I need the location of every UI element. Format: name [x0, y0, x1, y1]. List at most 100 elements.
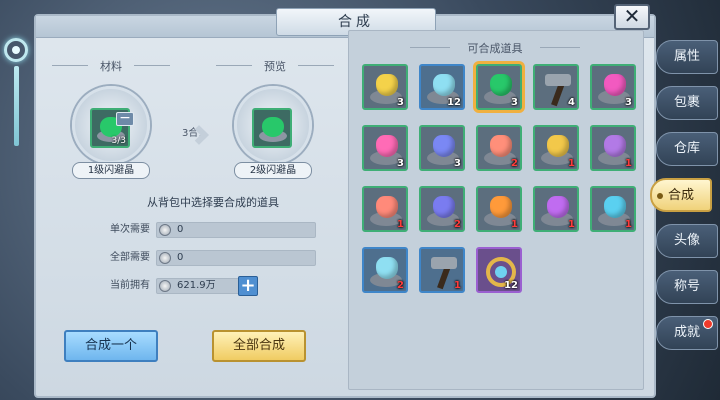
tab-5[interactable]: 称号: [656, 270, 718, 304]
close-icon[interactable]: ✕: [624, 4, 641, 28]
items-header: 可合成道具: [410, 40, 580, 56]
gem-icon: [433, 196, 455, 218]
item-count: 2: [397, 280, 404, 291]
item-count: 1: [568, 219, 575, 230]
gem-icon: [490, 135, 512, 157]
hammer-head: [431, 257, 457, 269]
synthesize-one-button[interactable]: 合成一个: [64, 330, 158, 362]
item-count: 2: [454, 219, 461, 230]
item-count: 3: [397, 158, 404, 169]
notification-dot-icon: [703, 319, 713, 329]
gem-icon: [604, 196, 626, 218]
material-count: 3/3: [111, 136, 126, 146]
item-count: 1: [625, 219, 632, 230]
item-slot[interactable]: 1: [590, 125, 636, 171]
jade-tassel: [14, 66, 19, 146]
owned-value: 621.9万: [156, 278, 248, 294]
tab-label: 属性: [673, 49, 700, 64]
total-need-value: 0: [156, 250, 316, 266]
total-need-row: 全部需要 0: [62, 250, 362, 266]
tab-0[interactable]: 属性: [656, 40, 718, 74]
item-grid: 3 12 3 4 3 3 3 2 1 1 1 2 1 1 1 2 1 12: [362, 64, 652, 304]
add-currency-button[interactable]: +: [238, 276, 258, 296]
item-count: 1: [511, 219, 518, 230]
gem-icon: [433, 135, 455, 157]
item-slot[interactable]: 3: [362, 125, 408, 171]
item-slot[interactable]: 2: [476, 125, 522, 171]
item-slot[interactable]: 12: [476, 247, 522, 293]
item-count: 2: [511, 158, 518, 169]
item-slot[interactable]: 12: [419, 64, 465, 110]
instruction-text: 从背包中选择要合成的道具: [147, 196, 279, 209]
gem-icon: [547, 196, 569, 218]
item-count: 1: [568, 158, 575, 169]
item-slot[interactable]: 1: [533, 125, 579, 171]
item-count: 1: [454, 280, 461, 291]
tab-3[interactable]: 合成: [650, 178, 712, 212]
total-need-label: 全部需要: [110, 252, 150, 263]
tab-label: 合成: [667, 188, 694, 203]
gem-icon: [433, 74, 455, 96]
silver-coin-icon: [159, 224, 171, 236]
item-slot[interactable]: 1: [419, 247, 465, 293]
item-count: 12: [447, 97, 461, 108]
tab-1[interactable]: 包裹: [656, 86, 718, 120]
owned-row: 当前拥有 621.9万 +: [62, 276, 362, 296]
item-count: 4: [568, 97, 575, 108]
materials-header: 材料: [46, 58, 176, 74]
item-slot[interactable]: 1: [476, 186, 522, 232]
item-count: 3: [397, 97, 404, 108]
tab-4[interactable]: 头像: [656, 224, 718, 258]
item-slot[interactable]: 1: [533, 186, 579, 232]
item-count: 1: [397, 219, 404, 230]
close-button[interactable]: ✕: [614, 4, 650, 30]
tab-label: 称号: [673, 279, 700, 294]
tab-6[interactable]: 成就: [656, 316, 718, 350]
silver-coin-icon: [159, 280, 171, 292]
gem-icon: [376, 135, 398, 157]
item-slot[interactable]: 1: [590, 186, 636, 232]
silver-coin-icon: [159, 252, 171, 264]
item-slot[interactable]: 1: [362, 186, 408, 232]
item-slot[interactable]: 4: [533, 64, 579, 110]
material-name: 1级闪避晶: [72, 162, 150, 179]
single-need-label: 单次需要: [110, 224, 150, 235]
compass-core: [495, 266, 507, 278]
single-need-value: 0: [156, 222, 316, 238]
item-slot[interactable]: 3: [590, 64, 636, 110]
preview-name: 2级闪避晶: [234, 162, 312, 179]
tab-label: 仓库: [673, 141, 700, 156]
gem-icon: [490, 74, 512, 96]
hammer-head: [545, 74, 571, 86]
item-count: 3: [625, 97, 632, 108]
gem-icon: [376, 74, 398, 96]
item-count: 3: [454, 158, 461, 169]
gem-icon: [604, 74, 626, 96]
item-count: 3: [511, 97, 518, 108]
item-slot[interactable]: 3: [362, 64, 408, 110]
tab-label: 成就: [673, 325, 700, 340]
owned-label: 当前拥有: [110, 280, 150, 291]
tab-2[interactable]: 仓库: [656, 132, 718, 166]
gem-icon: [604, 135, 626, 157]
gem-icon: [490, 196, 512, 218]
item-slot[interactable]: 3: [476, 64, 522, 110]
tab-label: 包裹: [673, 95, 700, 110]
remove-material-button[interactable]: −: [116, 111, 134, 126]
item-slot[interactable]: 2: [419, 186, 465, 232]
preview-header: 预览: [210, 58, 340, 74]
gem-icon: [376, 257, 398, 279]
preview-slot: [252, 108, 292, 148]
tab-label: 头像: [673, 233, 700, 248]
green-gem-icon: [262, 117, 284, 137]
gem-icon: [547, 135, 569, 157]
single-need-row: 单次需要 0: [62, 222, 362, 238]
item-slot[interactable]: 2: [362, 247, 408, 293]
synthesize-all-button[interactable]: 全部合成: [212, 330, 306, 362]
item-count: 12: [504, 280, 518, 291]
jade-ring-icon: [4, 38, 28, 62]
gem-icon: [376, 196, 398, 218]
item-slot[interactable]: 3: [419, 125, 465, 171]
active-indicator-icon: [657, 193, 663, 199]
item-count: 1: [625, 158, 632, 169]
